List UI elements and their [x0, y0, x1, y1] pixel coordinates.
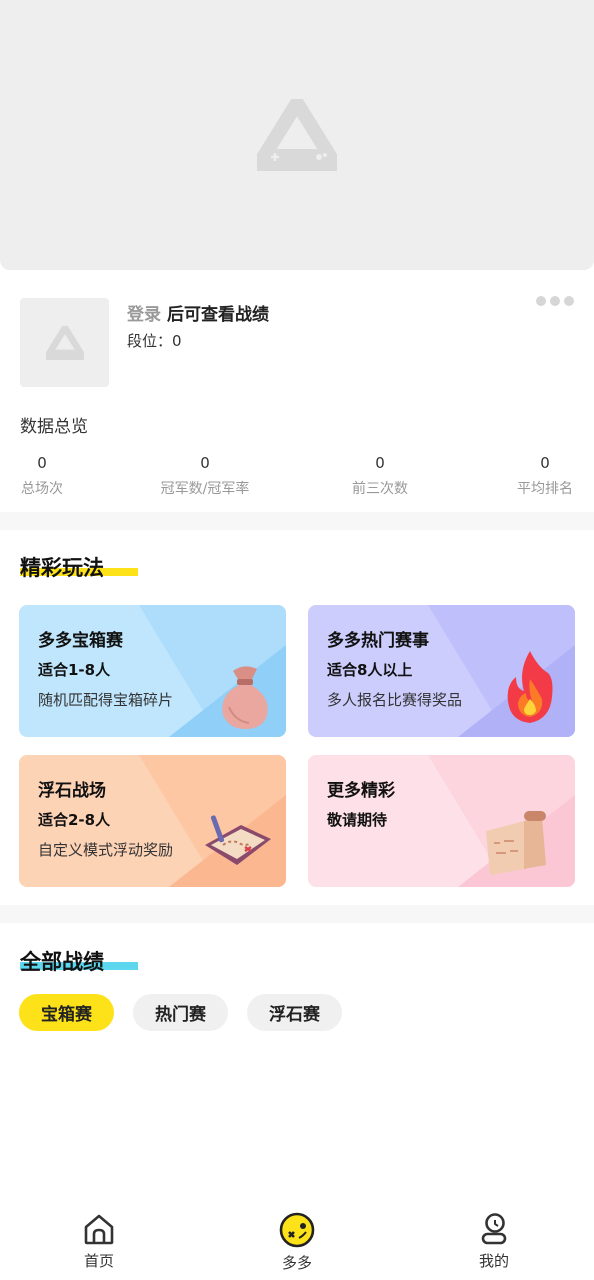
card-description: 多人报名比赛得奖品	[327, 691, 463, 709]
home-icon	[84, 1214, 114, 1245]
card-players: 适合2-8人	[38, 811, 111, 829]
stat-total-games: 0 总场次	[20, 454, 64, 498]
stat-value: 0	[540, 454, 550, 472]
tab-mine[interactable]: 我的	[454, 1212, 534, 1271]
stat-top-three: 0 前三次数	[349, 454, 411, 498]
more-dots-icon	[536, 296, 546, 306]
card-description: 随机匹配得宝箱碎片	[38, 691, 174, 709]
records-title: 全部战绩	[20, 950, 104, 974]
avatar[interactable]	[20, 298, 109, 387]
rank-label: 段位：0	[127, 332, 182, 350]
login-prompt: 登录 后可查看战绩	[127, 300, 269, 325]
bottom-tab-bar: 首页 多多 我的	[0, 1200, 594, 1280]
treasure-map-icon	[205, 815, 271, 865]
login-suffix: 后可查看战绩	[167, 305, 269, 325]
fire-icon	[507, 651, 553, 723]
mode-card-floating-stone[interactable]: 浮石战场 适合2-8人 自定义模式浮动奖励	[19, 755, 286, 887]
stat-value: 0	[375, 454, 385, 472]
section-divider	[0, 512, 594, 530]
stat-label: 总场次	[21, 481, 63, 497]
tab-label: 首页	[83, 1252, 114, 1270]
tab-duoduo[interactable]: 多多	[257, 1212, 337, 1273]
tab-label: 多多	[281, 1254, 312, 1272]
overview-title: 数据总览	[20, 417, 88, 437]
stat-label: 平均排名	[517, 481, 573, 497]
mode-card-coming-soon[interactable]: 更多精彩 敬请期待	[308, 755, 575, 887]
profile-section: 登录 后可查看战绩 段位：0 数据总览 0 总场次 0 冠军数/冠军率 0 前三次…	[0, 270, 594, 512]
card-title: 浮石战场	[38, 781, 106, 801]
more-options-button[interactable]	[536, 296, 574, 306]
tab-label: 我的	[478, 1252, 509, 1270]
stat-value: 0	[200, 454, 210, 472]
login-link[interactable]: 登录	[127, 305, 161, 325]
top-banner[interactable]	[0, 0, 594, 270]
scroll-icon	[486, 811, 546, 875]
stat-average-rank: 0 平均排名	[514, 454, 576, 498]
game-logo-placeholder-icon	[257, 99, 337, 171]
filter-hot[interactable]: 热门赛	[133, 994, 228, 1031]
filter-treasure[interactable]: 宝箱赛	[19, 994, 114, 1031]
stat-value: 0	[37, 454, 47, 472]
section-divider	[0, 905, 594, 923]
treasure-bag-icon	[222, 666, 268, 729]
stat-label: 前三次数	[352, 481, 408, 497]
profile-icon	[481, 1213, 507, 1245]
tab-home[interactable]: 首页	[59, 1212, 139, 1271]
avatar-placeholder-icon	[45, 325, 84, 360]
mode-card-hot-events[interactable]: 多多热门赛事 适合8人以上 多人报名比赛得奖品	[308, 605, 575, 737]
card-title: 多多宝箱赛	[38, 631, 123, 651]
stat-label: 冠军数/冠军率	[160, 481, 250, 497]
card-players: 适合8人以上	[327, 661, 413, 679]
duoduo-face-icon	[279, 1212, 315, 1248]
filter-floating-stone[interactable]: 浮石赛	[247, 994, 342, 1031]
card-title: 更多精彩	[327, 781, 395, 801]
card-description: 自定义模式浮动奖励	[38, 841, 174, 859]
card-players: 敬请期待	[327, 811, 388, 829]
card-players: 适合1-8人	[38, 661, 111, 679]
stat-champions: 0 冠军数/冠军率	[156, 454, 254, 498]
modes-title: 精彩玩法	[20, 556, 104, 580]
mode-card-treasure[interactable]: 多多宝箱赛 适合1-8人 随机匹配得宝箱碎片	[19, 605, 286, 737]
card-title: 多多热门赛事	[327, 631, 429, 651]
